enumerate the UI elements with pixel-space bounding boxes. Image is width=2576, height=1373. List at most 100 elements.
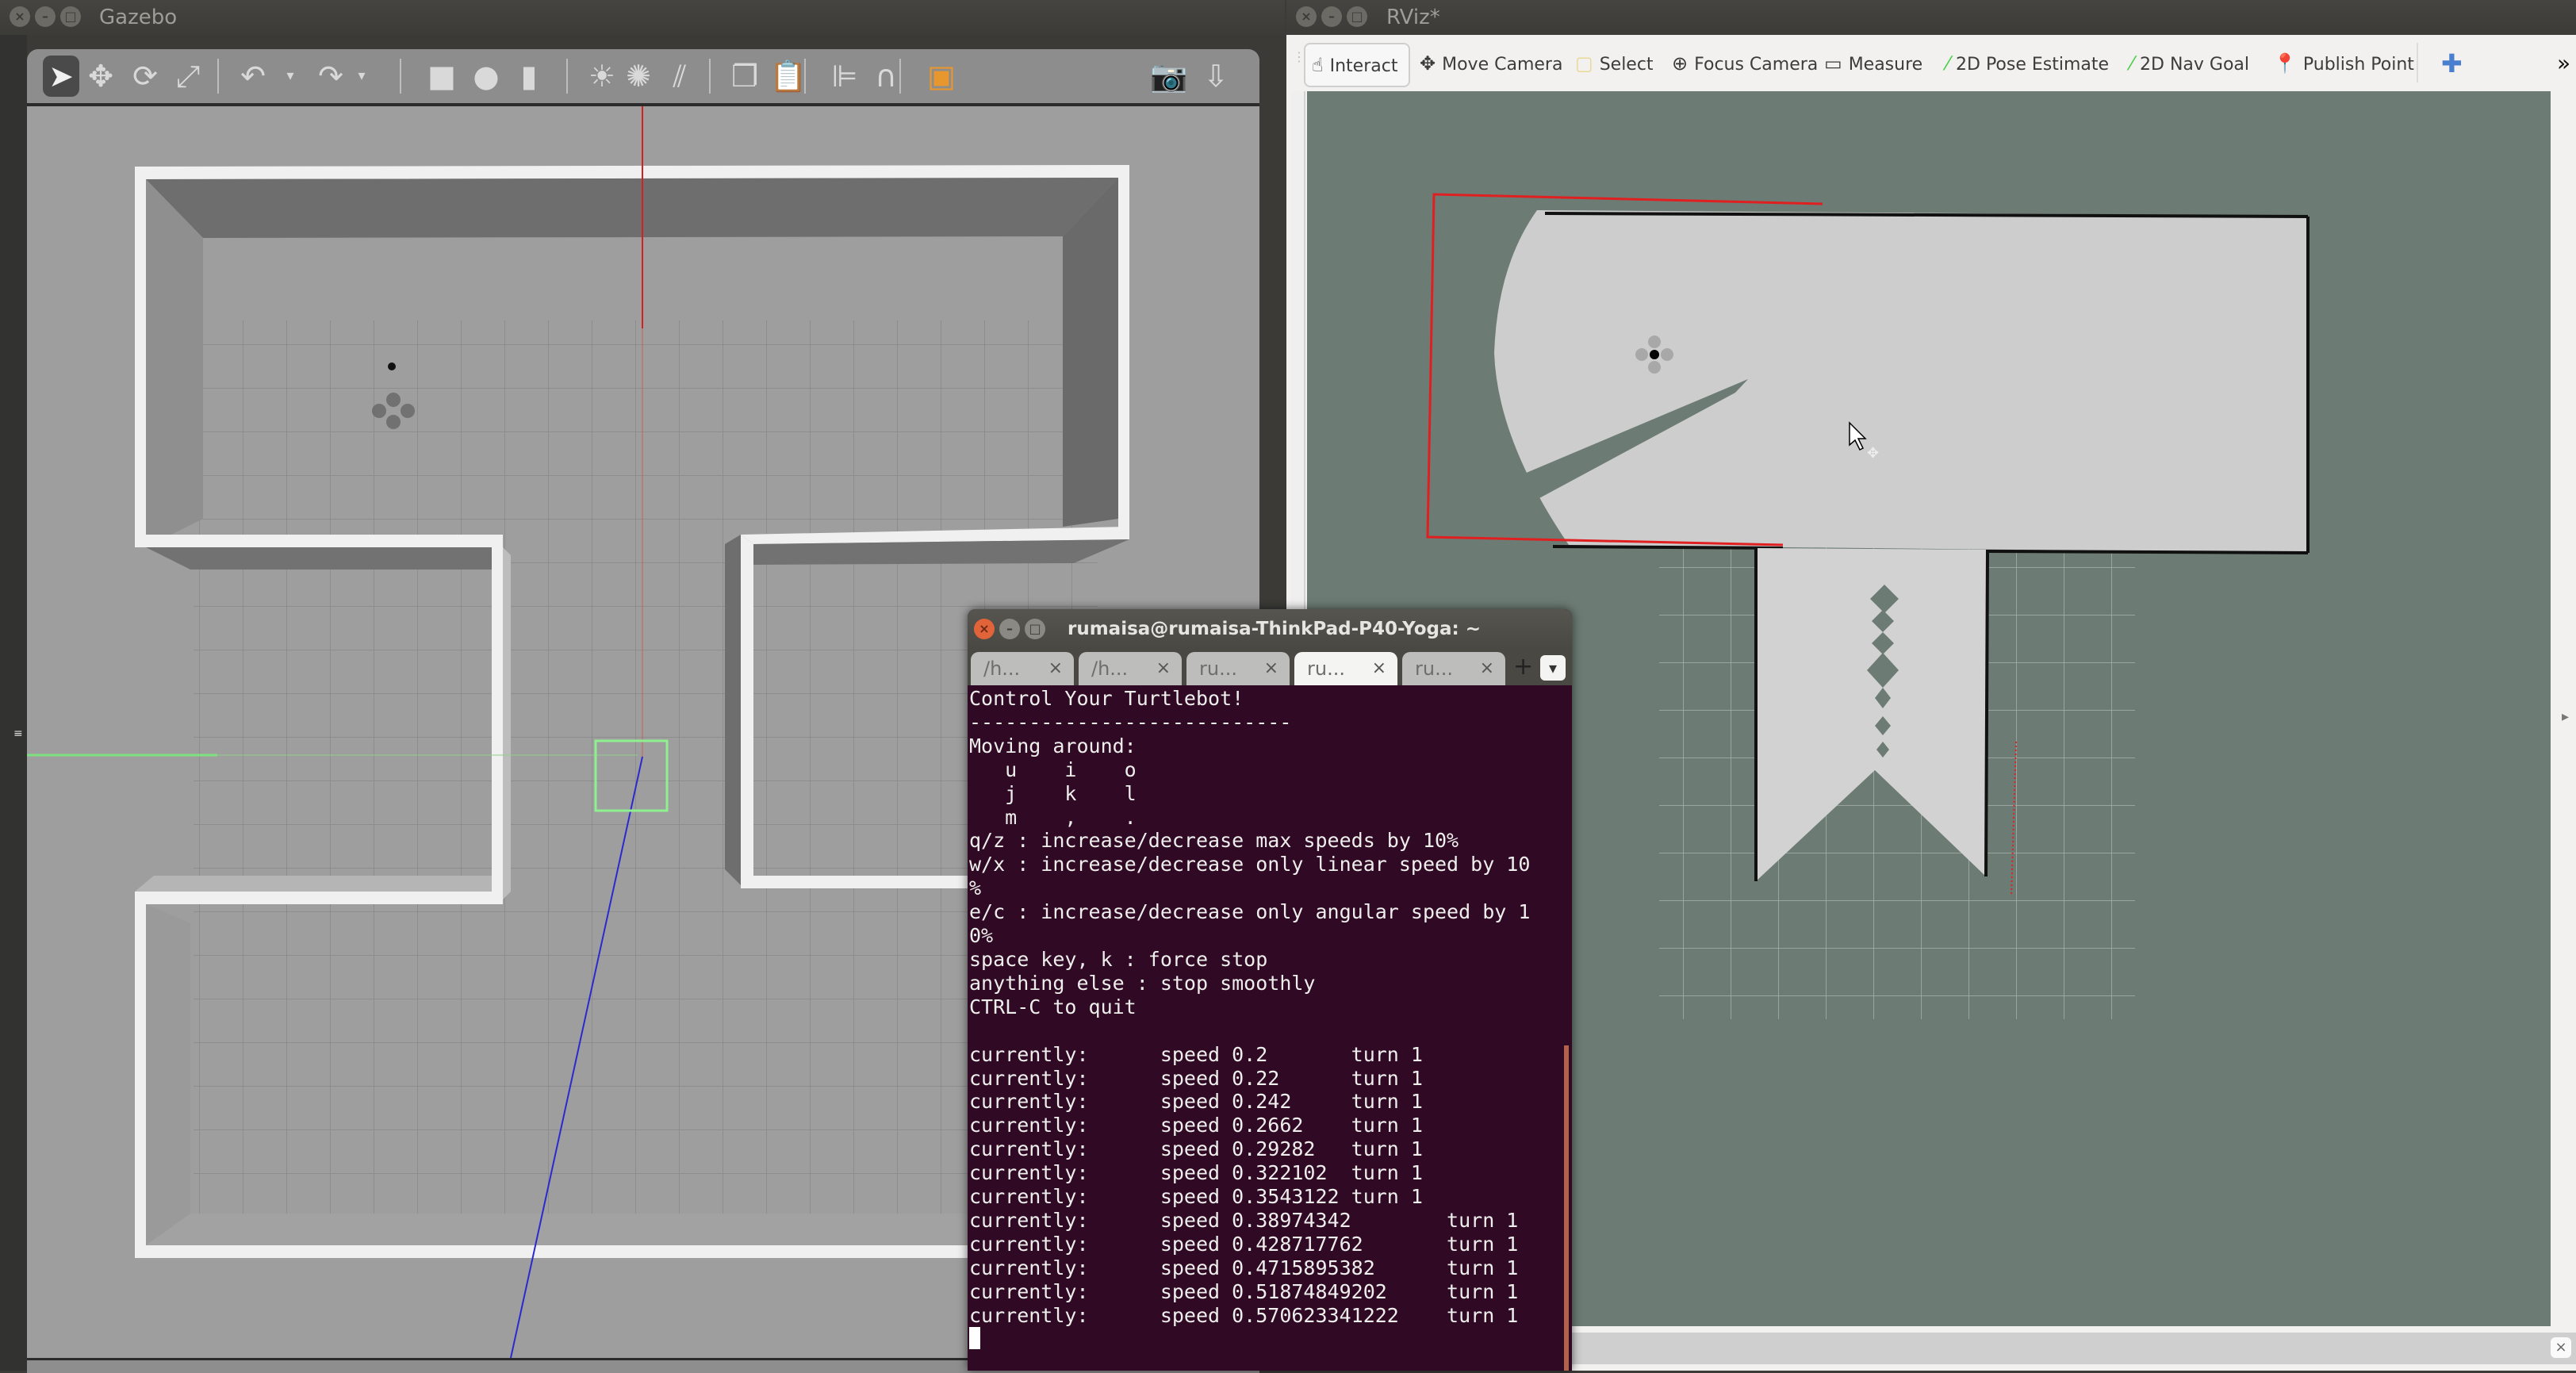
undo-icon[interactable]: ↶ [235,56,271,97]
minimize-icon[interactable]: – [35,6,56,27]
minimize-icon[interactable]: – [999,619,1020,639]
map-pin-icon: 📍 [2273,52,2297,75]
gazebo-side-panel-collapsed [0,35,27,1371]
rotate-mode-icon[interactable]: ⟳ [127,56,163,97]
tool-label: Focus Camera [1694,55,1819,75]
close-icon[interactable]: × [974,619,995,639]
gazebo-titlebar: × – □ Gazebo [0,0,1285,35]
nav-arrow-icon: ⁄ [2130,52,2134,75]
tool-focus-camera[interactable]: ⊕ Focus Camera [1672,43,1818,84]
toolbar-separator [400,59,401,94]
toolbar-separator [899,59,901,94]
cylinder-shape-icon[interactable]: ▮ [511,56,547,97]
terminal-window[interactable]: × – □ rumaisa@rumaisa-ThinkPad-P40-Yoga:… [968,609,1572,1371]
terminal-scrollbar[interactable] [1564,1045,1569,1371]
terminal-tab[interactable]: ru... × [1402,652,1505,685]
panel-drag-handle[interactable]: ≡ [13,728,23,746]
tool-2d-nav-goal[interactable]: ⁄ 2D Nav Goal [2130,43,2249,84]
copy-icon[interactable]: ❐ [726,56,763,97]
speed-status-line: currently: speed 0.2 turn 1 [969,1042,1423,1066]
align-icon[interactable]: ⊫ [826,56,863,97]
rviz-right-dock-collapsed: ▸ [2551,91,2576,1326]
tab-label: /h... [1091,658,1129,680]
close-tab-icon[interactable]: × [1264,652,1278,685]
terminal-title: rumaisa@rumaisa-ThinkPad-P40-Yoga: ~ [1068,619,1481,639]
terminal-titlebar: × – □ rumaisa@rumaisa-ThinkPad-P40-Yoga:… [968,609,1572,649]
translate-mode-icon[interactable]: ✥ [82,56,119,97]
sphere-shape-icon[interactable]: ● [468,56,504,97]
tool-select[interactable]: ▢ Select [1575,43,1654,84]
expand-right-dock-icon[interactable]: ▸ [2562,708,2569,725]
speed-status-line: currently: speed 0.38974342 turn 1 [969,1208,1519,1232]
tool-label: Interact [1329,56,1398,76]
rviz-titlebar: × – □ RViz* [1286,0,2576,35]
view-angle-icon[interactable]: ▣ [923,56,960,97]
speed-status-line: currently: speed 0.428717762 turn 1 [969,1232,1519,1256]
terminal-output[interactable]: Control Your Turtlebot! -----------------… [969,685,1556,1371]
tool-label: Select [1599,55,1654,75]
tool-2d-pose-estimate[interactable]: ⁄ 2D Pose Estimate [1946,43,2109,84]
new-tab-button[interactable]: + [1513,652,1533,682]
terminal-line: space key, k : force stop [969,947,1268,971]
tool-label: Move Camera [1442,55,1563,75]
redo-history-icon[interactable]: ▾ [354,56,370,97]
gazebo-toolbar-icons: ➤ ✥ ⟳ ⤢ ↶ ▾ ↷ ▾ ■ ● ▮ ☀ ✺ ⫽ ❐ 📋 ⊫ ∩ ▣ 📷 ⇩ [27,49,1259,103]
terminal-tab[interactable]: /h... × [1079,652,1182,685]
close-tab-icon[interactable]: × [1048,652,1063,685]
close-panel-icon[interactable]: × [2551,1337,2571,1358]
close-icon[interactable]: × [1296,6,1317,27]
directional-light-icon[interactable]: ⫽ [661,56,698,97]
close-tab-icon[interactable]: × [1480,652,1494,685]
undo-history-icon[interactable]: ▾ [282,56,298,97]
maximize-icon[interactable]: □ [60,6,81,27]
occupancy-free-top-room [1494,210,2308,553]
box-shape-icon[interactable]: ■ [424,56,460,97]
robot-marker [388,362,396,370]
spot-light-icon[interactable]: ✺ [620,56,657,97]
terminal-tab[interactable]: ru... × [1294,652,1397,685]
terminal-line: w/x : increase/decrease only linear spee… [969,853,1531,876]
tool-publish-point[interactable]: 📍 Publish Point [2273,43,2414,84]
add-tool-icon[interactable]: ✚ [2441,43,2463,84]
maximize-icon[interactable]: □ [1025,619,1045,639]
paste-icon[interactable]: 📋 [769,56,807,97]
terminal-line: u i o [969,757,1137,781]
tab-label: ru... [1415,658,1453,680]
select-mode-icon[interactable]: ➤ [43,56,79,97]
log-icon[interactable]: ⇩ [1198,56,1234,97]
terminal-line: q/z : increase/decrease max speeds by 10… [969,829,1459,853]
rviz-status-bar: × [1570,1333,2576,1364]
ruler-icon: ▭ [1824,52,1842,75]
maximize-icon[interactable]: □ [1347,6,1367,27]
point-light-icon[interactable]: ☀ [584,56,620,97]
hand-pointer-icon: ☝ [1312,54,1324,76]
tab-label: /h... [983,658,1021,680]
toolbar-separator [2417,43,2418,82]
close-tab-icon[interactable]: × [1372,652,1386,685]
window-title: Gazebo [99,6,178,29]
screenshot-icon[interactable]: 📷 [1150,56,1187,97]
tool-label: Publish Point [2302,55,2414,75]
terminal-line: j k l [969,781,1137,805]
tab-menu-dropdown[interactable]: ▾ [1540,655,1566,681]
terminal-tab[interactable]: ru... × [1186,652,1290,685]
speed-status-line: currently: speed 0.322102 turn 1 [969,1161,1423,1185]
toolbar-overflow-icon[interactable]: » [2557,43,2570,84]
redo-icon[interactable]: ↷ [312,56,349,97]
terminal-tab[interactable]: /h... × [971,652,1074,685]
terminal-cursor [969,1327,980,1350]
close-tab-icon[interactable]: × [1156,652,1171,685]
speed-status-line: currently: speed 0.22 turn 1 [969,1066,1423,1090]
move-camera-icon: ✥ [1420,52,1436,75]
tool-move-camera[interactable]: ✥ Move Camera [1420,43,1562,84]
tool-label: 2D Nav Goal [2140,55,2249,75]
tab-label: ru... [1307,658,1345,680]
scale-mode-icon[interactable]: ⤢ [170,56,206,97]
tab-label: ru... [1199,658,1237,680]
tool-measure[interactable]: ▭ Measure [1824,43,1922,84]
close-icon[interactable]: × [10,6,30,27]
terminal-line: 0% [969,924,994,948]
move-cursor-icon: ✥ [1867,445,1879,462]
tool-interact[interactable]: ☝ Interact [1304,43,1411,87]
minimize-icon[interactable]: – [1321,6,1342,27]
